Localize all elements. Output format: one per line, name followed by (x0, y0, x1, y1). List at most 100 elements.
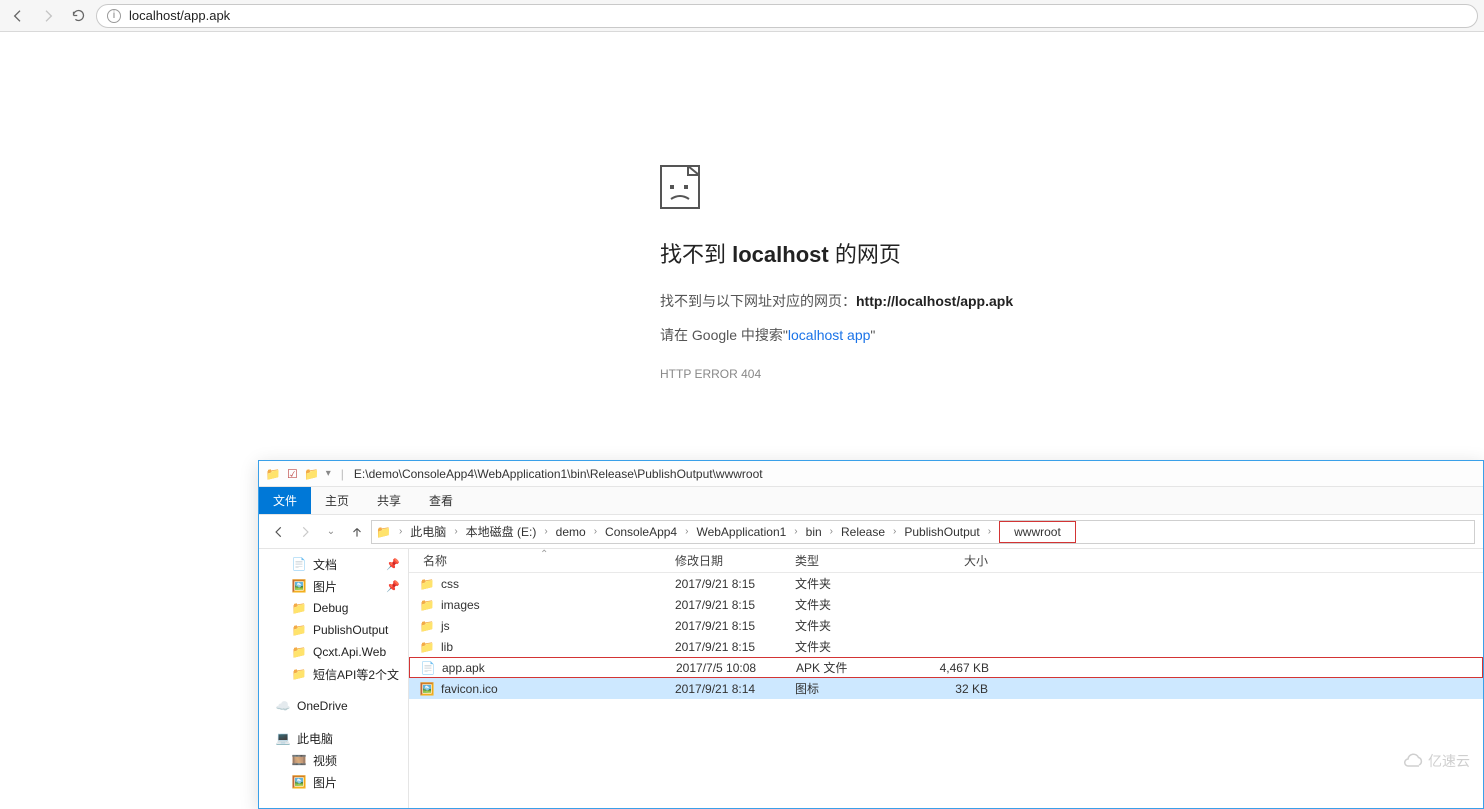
crumb-thispc[interactable]: 此电脑 (406, 523, 450, 540)
nav-forward-button[interactable] (293, 520, 317, 544)
folder-icon: 📁 (419, 577, 435, 591)
crumb-webapp[interactable]: WebApplication1 (692, 525, 790, 539)
ribbon-tab-share[interactable]: 共享 (363, 487, 415, 514)
explorer-nav: ⌄ 📁 › 此电脑 › 本地磁盘 (E:) › demo › ConsoleAp… (259, 515, 1483, 549)
explorer-sidebar: 📄文档📌 🖼️图片📌 📁Debug 📁PublishOutput 📁Qcxt.A… (259, 549, 409, 808)
refresh-button[interactable] (66, 4, 90, 28)
url-input[interactable] (127, 7, 1467, 24)
sidebar-item-label: PublishOutput (313, 623, 388, 637)
error-code: HTTP ERROR 404 (660, 367, 1160, 381)
table-row[interactable]: 📄app.apk2017/7/5 10:08APK 文件4,467 KB (409, 657, 1483, 678)
chevron-right-icon[interactable]: › (891, 526, 898, 537)
file-name: favicon.ico (441, 682, 498, 696)
breadcrumb[interactable]: 📁 › 此电脑 › 本地磁盘 (E:) › demo › ConsoleApp4… (371, 520, 1475, 544)
explorer-titlebar[interactable]: 📁 ☑ 📁 ▾ | E:\demo\ConsoleApp4\WebApplica… (259, 461, 1483, 487)
file-date: 2017/9/21 8:14 (675, 682, 795, 696)
file-name: images (441, 598, 480, 612)
crumb-drive[interactable]: 本地磁盘 (E:) (462, 523, 541, 540)
error-search-link[interactable]: localhost app (788, 327, 871, 343)
nav-up-button[interactable] (345, 520, 369, 544)
forward-button[interactable] (36, 4, 60, 28)
sidebar-item-label: Debug (313, 601, 348, 615)
ribbon-tab-view[interactable]: 查看 (415, 487, 467, 514)
table-row[interactable]: 📁images2017/9/21 8:15文件夹 (409, 594, 1483, 615)
title-divider: | (337, 467, 348, 481)
sidebar-item-pictures[interactable]: 🖼️图片📌 (271, 575, 408, 597)
back-button[interactable] (6, 4, 30, 28)
crumb-wwwroot[interactable]: wwwroot (999, 521, 1076, 543)
error-search-pre: 请在 Google 中搜索" (660, 327, 788, 343)
chevron-right-icon[interactable]: › (542, 526, 549, 537)
sidebar-item-qcxt[interactable]: 📁Qcxt.Api.Web (271, 641, 408, 663)
crumb-release[interactable]: Release (837, 525, 889, 539)
crumb-demo[interactable]: demo (552, 525, 590, 539)
sidebar-item-debug[interactable]: 📁Debug (271, 597, 408, 619)
sidebar-item-videos[interactable]: 🎞️视频 (271, 749, 408, 771)
col-header-name[interactable]: 名称⌃ (415, 552, 675, 569)
folder-icon: 📁 (304, 467, 320, 481)
file-type: 图标 (795, 680, 915, 697)
col-header-size[interactable]: 大小 (915, 552, 1000, 569)
folder-icon: 📁 (291, 667, 307, 681)
file-type: 文件夹 (795, 575, 915, 592)
pin-icon: 📌 (386, 580, 408, 593)
table-row[interactable]: 📁lib2017/9/21 8:15文件夹 (409, 636, 1483, 657)
ribbon-tab-file[interactable]: 文件 (259, 487, 311, 514)
folder-icon: 📁 (376, 525, 391, 539)
file-size: 32 KB (915, 682, 1000, 696)
sidebar-item-thispc[interactable]: 💻此电脑 (271, 727, 408, 749)
file-date: 2017/9/21 8:15 (675, 598, 795, 612)
table-row[interactable]: 📁css2017/9/21 8:15文件夹 (409, 573, 1483, 594)
file-type: APK 文件 (796, 659, 916, 676)
nav-recent-button[interactable]: ⌄ (319, 520, 343, 544)
crumb-bin[interactable]: bin (802, 525, 826, 539)
crumb-consoleapp[interactable]: ConsoleApp4 (601, 525, 681, 539)
folder-icon: 📁 (291, 623, 307, 637)
sidebar-item-documents[interactable]: 📄文档📌 (271, 553, 408, 575)
file-date: 2017/7/5 10:08 (676, 661, 796, 675)
folder-icon: 📁 (265, 467, 281, 481)
chevron-right-icon[interactable]: › (397, 526, 404, 537)
chevron-right-icon[interactable]: › (592, 526, 599, 537)
sidebar-item-label: 短信API等2个文 (313, 666, 399, 683)
table-row[interactable]: 📁js2017/9/21 8:15文件夹 (409, 615, 1483, 636)
col-header-type[interactable]: 类型 (795, 552, 915, 569)
chevron-right-icon[interactable]: › (452, 526, 459, 537)
error-url-pre: 找不到与以下网址对应的网页： (660, 293, 856, 309)
nav-back-button[interactable] (267, 520, 291, 544)
col-header-date[interactable]: 修改日期 (675, 552, 795, 569)
explorer-title-path: E:\demo\ConsoleApp4\WebApplication1\bin\… (354, 467, 763, 481)
file-list-header[interactable]: 名称⌃ 修改日期 类型 大小 (409, 549, 1483, 573)
folder-icon: 📁 (419, 640, 435, 654)
browser-toolbar: i (0, 0, 1484, 32)
sidebar-item-onedrive[interactable]: ☁️OneDrive (271, 695, 408, 717)
error-title: 找不到 localhost 的网页 (660, 237, 1160, 269)
title-checkbox-icon[interactable]: ☑ (287, 467, 298, 481)
cloud-icon (1402, 753, 1424, 769)
document-icon: 📄 (291, 557, 307, 571)
sidebar-item-pictures2[interactable]: 🖼️图片 (271, 771, 408, 793)
sidebar-item-label: 图片 (313, 774, 337, 791)
file-type: 文件夹 (795, 596, 915, 613)
file-explorer-window: 📁 ☑ 📁 ▾ | E:\demo\ConsoleApp4\WebApplica… (258, 460, 1484, 809)
sidebar-item-publish[interactable]: 📁 PublishOutput (271, 619, 408, 641)
chevron-right-icon[interactable]: › (683, 526, 690, 537)
address-bar[interactable]: i (96, 4, 1478, 28)
sidebar-item-sms[interactable]: 📁 短信API等2个文 (271, 663, 408, 685)
site-info-icon[interactable]: i (107, 9, 121, 23)
watermark-text: 亿速云 (1428, 751, 1470, 771)
chevron-right-icon[interactable]: › (986, 526, 993, 537)
error-url-line: 找不到与以下网址对应的网页：http://localhost/app.apk (660, 291, 1160, 311)
table-row[interactable]: 🖼️ favicon.ico 2017/9/21 8:14图标32 KB (409, 678, 1483, 699)
chevron-right-icon[interactable]: › (828, 526, 835, 537)
sad-page-icon (660, 165, 700, 209)
chevron-right-icon[interactable]: › (792, 526, 799, 537)
title-dropdown-icon[interactable]: ▾ (326, 468, 331, 479)
crumb-publish[interactable]: PublishOutput (900, 525, 983, 539)
sidebar-item-label: 文档 (313, 556, 337, 573)
ribbon-tab-home[interactable]: 主页 (311, 487, 363, 514)
explorer-body: 📄文档📌 🖼️图片📌 📁Debug 📁PublishOutput 📁Qcxt.A… (259, 549, 1483, 808)
explorer-ribbon: 文件 主页 共享 查看 (259, 487, 1483, 515)
error-title-host: localhost (732, 242, 829, 267)
ico-icon: 🖼️ (419, 682, 435, 696)
